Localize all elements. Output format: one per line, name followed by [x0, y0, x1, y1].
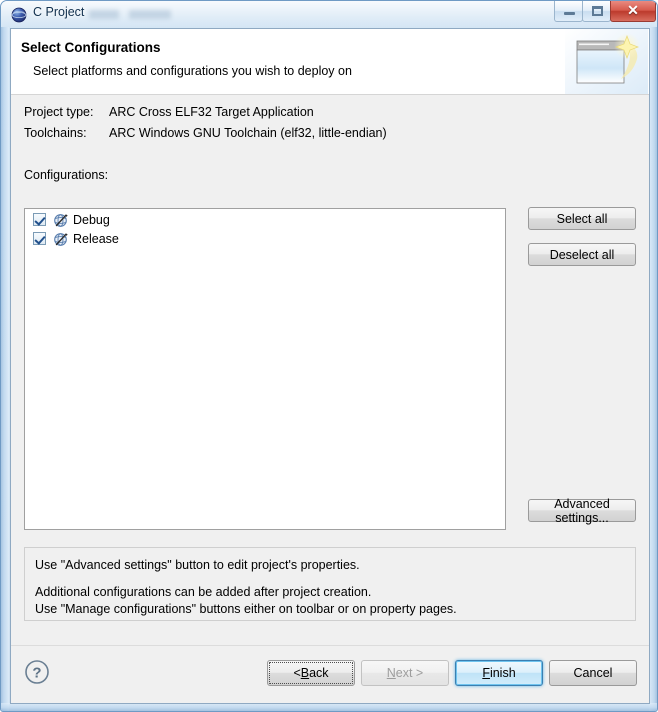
eclipse-globe-icon	[11, 7, 27, 23]
notes-panel: Use "Advanced settings" button to edit p…	[24, 547, 636, 621]
title-redacted-text-a	[89, 10, 119, 19]
note-line-2: Additional configurations can be added a…	[35, 585, 372, 599]
svg-text:?: ?	[32, 665, 41, 682]
back-label-mnemonic: B	[300, 666, 310, 680]
back-button[interactable]: < Back	[267, 660, 355, 686]
dialog-client-area: Select Configurations Select platforms a…	[10, 28, 650, 704]
checkbox-debug[interactable]	[33, 213, 46, 226]
toolchains-value: ARC Windows GNU Toolchain (elf32, little…	[109, 126, 387, 140]
dialog-footer: ? < Back Next > Finish Cancel	[11, 645, 649, 703]
finish-button[interactable]: Finish	[455, 660, 543, 686]
toolchains-label: Toolchains:	[24, 126, 87, 140]
configuration-name: Release	[73, 231, 119, 246]
project-type-value: ARC Cross ELF32 Target Application	[109, 105, 314, 119]
minimize-button[interactable]	[554, 1, 583, 22]
list-item[interactable]: Release	[25, 230, 505, 247]
minimize-icon	[564, 12, 575, 15]
title-bar[interactable]: C Project ✕	[1, 1, 657, 31]
dialog-window: C Project ✕ Select Configurations Select…	[0, 0, 658, 712]
close-button[interactable]: ✕	[610, 1, 656, 22]
page-subtitle: Select platforms and configurations you …	[33, 64, 352, 78]
close-icon: ✕	[627, 2, 639, 18]
next-label-mnemonic: N	[386, 666, 396, 680]
note-spacer	[35, 574, 625, 584]
list-item[interactable]: Debug	[25, 211, 505, 228]
next-label-post: ext >	[395, 666, 424, 680]
cancel-button[interactable]: Cancel	[549, 660, 637, 686]
title-redacted-text-b	[129, 10, 171, 19]
window-title: C Project	[33, 5, 85, 19]
note-line-1: Use "Advanced settings" button to edit p…	[35, 558, 360, 572]
summary-row-project-type: Project type: ARC Cross ELF32 Target App…	[24, 105, 387, 126]
note-line-3: Use "Manage configurations" buttons eith…	[35, 602, 457, 616]
configurations-list[interactable]: Debug Release	[24, 208, 506, 530]
project-summary: Project type: ARC Cross ELF32 Target App…	[24, 105, 387, 147]
configuration-icon	[54, 232, 68, 246]
footer-button-group: < Back Next > Finish Cancel	[267, 660, 637, 686]
finish-label-post: inish	[489, 666, 516, 680]
window-frame-bottom	[1, 703, 657, 711]
wizard-banner: Select Configurations Select platforms a…	[11, 29, 649, 95]
window-controls: ✕	[554, 1, 656, 22]
restore-button[interactable]	[582, 1, 611, 22]
window-frame-left	[1, 27, 9, 711]
configuration-name: Debug	[73, 212, 110, 227]
checkbox-release[interactable]	[33, 232, 46, 245]
back-label-pre: <	[293, 666, 301, 680]
back-label-post: ack	[309, 666, 329, 680]
page-title: Select Configurations	[21, 40, 161, 55]
window-frame-right	[649, 27, 657, 711]
advanced-settings-button[interactable]: Advanced settings...	[528, 497, 636, 525]
new-wizard-banner-icon	[565, 29, 648, 94]
deselect-all-button[interactable]: Deselect all	[528, 243, 636, 266]
summary-row-toolchains: Toolchains: ARC Windows GNU Toolchain (e…	[24, 126, 387, 147]
configuration-icon	[54, 213, 68, 227]
dialog-body: Project type: ARC Cross ELF32 Target App…	[11, 95, 649, 646]
next-button[interactable]: Next >	[361, 660, 449, 686]
project-type-label: Project type:	[24, 105, 94, 119]
restore-icon	[592, 6, 603, 16]
finish-label-mnemonic: F	[482, 666, 490, 680]
help-icon[interactable]: ?	[24, 659, 50, 685]
select-all-button[interactable]: Select all	[528, 207, 636, 230]
configurations-label: Configurations:	[24, 168, 109, 182]
